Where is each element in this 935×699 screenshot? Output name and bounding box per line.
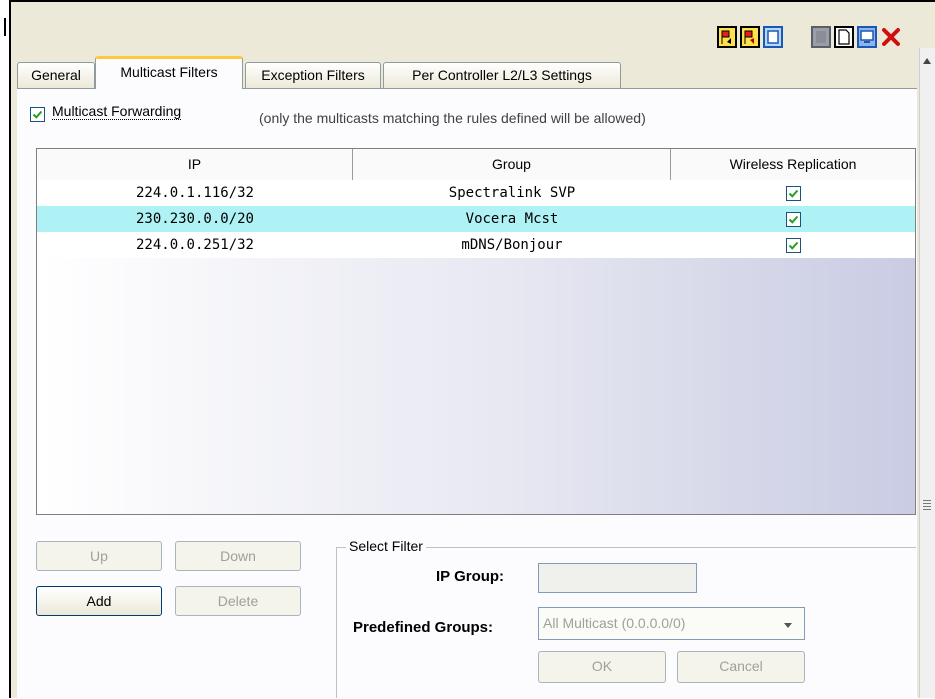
table-row[interactable]: 224.0.1.116/32 Spectralink SVP xyxy=(37,180,915,206)
ip-group-input[interactable] xyxy=(538,563,697,593)
add-button[interactable]: Add xyxy=(36,586,162,616)
close-icon[interactable] xyxy=(881,26,901,48)
cell-group: Spectralink SVP xyxy=(448,185,576,201)
table-row[interactable]: 224.0.0.251/32 mDNS/Bonjour xyxy=(37,232,915,258)
multicast-forwarding-checkbox[interactable] xyxy=(30,107,45,122)
column-header-ip[interactable]: IP xyxy=(37,149,353,180)
cell-ip: 224.0.1.116/32 xyxy=(135,185,254,201)
toolbar xyxy=(11,2,935,48)
tab-bar: General Multicast Filters Exception Filt… xyxy=(17,54,917,89)
checkmark-icon xyxy=(788,215,799,224)
tab-general[interactable]: General xyxy=(17,62,95,88)
cell-ip: 224.0.0.251/32 xyxy=(135,237,254,253)
predefined-groups-label: Predefined Groups: xyxy=(353,619,494,636)
checkmark-icon xyxy=(32,110,43,119)
wireless-replication-checkbox[interactable] xyxy=(786,186,801,201)
scroll-up-arrow-icon[interactable] xyxy=(923,58,931,64)
up-button[interactable]: Up xyxy=(36,541,162,571)
down-button[interactable]: Down xyxy=(175,541,301,571)
select-filter-title: Select Filter xyxy=(346,538,426,554)
cell-wireless-replication xyxy=(671,232,915,258)
cancel-button[interactable]: Cancel xyxy=(677,651,805,683)
tab-per-controller-settings[interactable]: Per Controller L2/L3 Settings xyxy=(383,62,621,88)
vertical-scrollbar[interactable] xyxy=(919,48,935,698)
ip-group-label: IP Group: xyxy=(436,568,505,585)
checkmark-icon xyxy=(788,241,799,250)
checkmark-icon xyxy=(788,189,799,198)
delete-button[interactable]: Delete xyxy=(175,586,301,616)
table-row-selected[interactable]: 230.230.0.0/20 Vocera Mcst xyxy=(37,206,915,232)
cell-group: mDNS/Bonjour xyxy=(461,237,563,253)
predefined-groups-select[interactable]: All Multicast (0.0.0.0/0) xyxy=(538,607,805,640)
new-document-icon[interactable] xyxy=(834,26,854,48)
column-header-wireless-replication[interactable]: Wireless Replication xyxy=(671,149,915,180)
left-edge xyxy=(0,0,6,698)
cell-wireless-replication xyxy=(671,206,915,232)
wireless-replication-checkbox[interactable] xyxy=(786,212,801,227)
multicast-forwarding-text: Multicast Forwarding xyxy=(52,103,182,120)
multicast-forwarding-note: (only the multicasts matching the rules … xyxy=(259,110,646,126)
cell-group: Vocera Mcst xyxy=(465,211,559,227)
script-icon[interactable] xyxy=(763,26,783,48)
tab-exception-filters[interactable]: Exception Filters xyxy=(245,62,381,88)
scroll-grip-icon[interactable] xyxy=(923,500,931,510)
cell-wireless-replication xyxy=(671,180,915,206)
column-header-group[interactable]: Group xyxy=(353,149,671,180)
predefined-groups-value: All Multicast (0.0.0.0/0) xyxy=(543,615,686,631)
chevron-down-icon xyxy=(784,623,792,628)
yellow-flag-down-icon[interactable] xyxy=(740,26,760,48)
ok-button[interactable]: OK xyxy=(538,651,666,683)
yellow-flag-up-icon[interactable] xyxy=(717,26,737,48)
multicast-filter-table: IP Group Wireless Replication 224.0.1.11… xyxy=(36,148,916,515)
save-disabled-icon xyxy=(811,26,831,48)
tab-multicast-filters[interactable]: Multicast Filters xyxy=(95,56,243,89)
table-header: IP Group Wireless Replication xyxy=(37,149,915,181)
wireless-replication-checkbox[interactable] xyxy=(786,238,801,253)
window-icon[interactable] xyxy=(857,26,877,48)
cell-ip: 230.230.0.0/20 xyxy=(135,211,254,227)
multicast-forwarding-label[interactable]: Multicast Forwarding xyxy=(52,103,182,120)
